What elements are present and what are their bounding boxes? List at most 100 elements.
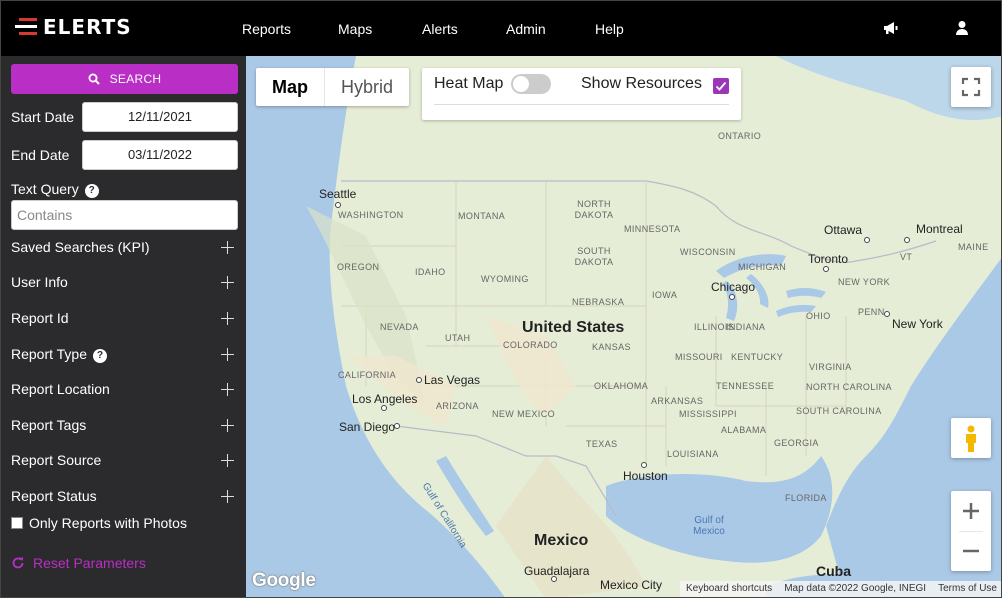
user-icon[interactable] [952,18,972,38]
nav-reports[interactable]: Reports [242,21,291,37]
map-label-state: ARIZONA [436,401,479,411]
search-button-label: SEARCH [109,72,162,86]
expand-plus-icon[interactable] [221,312,234,325]
section-report-status[interactable]: Report Status [1,484,246,510]
map-label-country: Mexico [534,532,589,549]
heatmap-toggle[interactable] [511,74,551,94]
map-label-city: Las Vegas [424,373,481,387]
terms-of-use-link[interactable]: Terms of Use [932,581,1001,597]
nav-admin[interactable]: Admin [506,21,546,37]
checkmark-icon [715,81,727,91]
city-dot [904,237,910,243]
show-resources-checkbox[interactable] [713,78,729,94]
map-label-country: United States [522,319,625,336]
section-saved-searches[interactable]: Saved Searches (KPI) [1,235,246,261]
plus-icon [963,503,979,519]
city-dot [335,202,341,208]
end-date-label: End Date [11,147,70,163]
expand-plus-icon[interactable] [221,490,234,503]
map-data-credit: Map data ©2022 Google, INEGI [784,583,927,594]
start-date-input[interactable]: 12/11/2021 [82,102,238,132]
section-label: Report Tags [11,417,87,433]
zoom-control [951,491,991,571]
section-user-info[interactable]: User Info [1,270,246,296]
search-button[interactable]: SEARCH [11,64,238,94]
map-label-city: Chicago [711,280,756,294]
map-label-state: SOUTH DAKOTA [574,246,614,267]
keyboard-shortcuts-link[interactable]: Keyboard shortcuts [680,581,778,597]
elerts-logo-mark-icon [15,18,37,36]
map-label-state: IDAHO [415,267,446,277]
map-label-state: KENTUCKY [731,352,784,362]
search-sidebar: SEARCH Start Date 12/11/2021 End Date 03… [1,56,246,597]
section-label: Report Location [11,381,110,397]
city-dot [823,266,829,272]
map-label-state: NEBRASKA [572,297,625,307]
map-label-state: ONTARIO [718,131,762,141]
expand-plus-icon[interactable] [221,241,234,254]
map-label-city: Mexico City [600,578,663,592]
start-date-label: Start Date [11,109,75,125]
zoom-out-button[interactable] [951,531,991,571]
map-label-state: OHIO [806,311,831,321]
map-label-state: WYOMING [481,274,529,284]
brand-logo[interactable]: ELERTS [15,15,132,39]
section-report-id[interactable]: Report Id [1,306,246,332]
help-icon[interactable]: ? [84,184,99,198]
nav-maps[interactable]: Maps [338,21,372,37]
map-label-state: VIRGINIA [809,362,852,372]
section-report-type[interactable]: Report Type? [1,342,246,368]
map-label-city: Houston [623,469,668,483]
map-label-city: Ottawa [824,223,863,237]
section-report-tags[interactable]: Report Tags [1,413,246,439]
map-label-country: Cuba [816,563,851,579]
only-photos-checkbox[interactable] [11,517,23,529]
divider [434,104,729,105]
map-label-state: UTAH [445,333,471,343]
map-label-state: NEW YORK [838,277,891,287]
map-label-state: TENNESSEE [716,381,775,391]
map-label-state: FLORIDA [785,493,827,503]
section-label: Report Type [11,346,88,362]
brand-name: ELERTS [43,15,132,39]
map-label-state: NORTH DAKOTA [574,199,614,220]
city-dot [864,237,870,243]
city-dot [884,311,890,317]
expand-plus-icon[interactable] [221,454,234,467]
section-report-location[interactable]: Report Location [1,377,246,403]
expand-plus-icon[interactable] [221,276,234,289]
section-label: Report Source [11,452,102,468]
megaphone-icon[interactable] [881,18,901,38]
expand-plus-icon[interactable] [221,383,234,396]
nav-help[interactable]: Help [595,21,624,37]
expand-plus-icon[interactable] [221,419,234,432]
zoom-in-button[interactable] [951,491,991,531]
map-label-city: Seattle [319,187,357,201]
only-photos-option[interactable]: Only Reports with Photos [11,515,187,531]
map-label-state: ALABAMA [721,425,767,435]
help-icon[interactable]: ? [93,349,108,363]
text-query-input[interactable] [11,200,238,230]
map-label-city: Toronto [808,252,849,266]
end-date-input[interactable]: 03/11/2022 [82,140,238,170]
map-type-map[interactable]: Map [256,68,324,106]
map-label-city: New York [892,317,943,331]
show-resources-label: Show Resources [581,75,702,92]
map-label-state: NEW MEXICO [492,409,556,419]
section-label: Report Id [11,310,69,326]
street-view-pegman[interactable] [951,418,991,458]
fullscreen-icon [961,77,981,97]
expand-plus-icon[interactable] [221,348,234,361]
section-report-source[interactable]: Report Source [1,448,246,474]
map-label-state: MICHIGAN [738,262,787,272]
text-query-label-row: Text Query? [11,181,99,198]
nav-alerts[interactable]: Alerts [422,21,458,37]
fullscreen-button[interactable] [951,67,991,107]
city-dot [551,576,557,582]
only-photos-label: Only Reports with Photos [29,515,187,531]
map-type-hybrid[interactable]: Hybrid [324,68,409,106]
city-dot [394,423,400,429]
reset-parameters-link[interactable]: Reset Parameters [11,555,146,571]
map-label-state: OKLAHOMA [594,381,649,391]
map-canvas[interactable]: WASHINGTON MONTANA NORTH DAKOTA MINNESOT… [246,56,1001,597]
